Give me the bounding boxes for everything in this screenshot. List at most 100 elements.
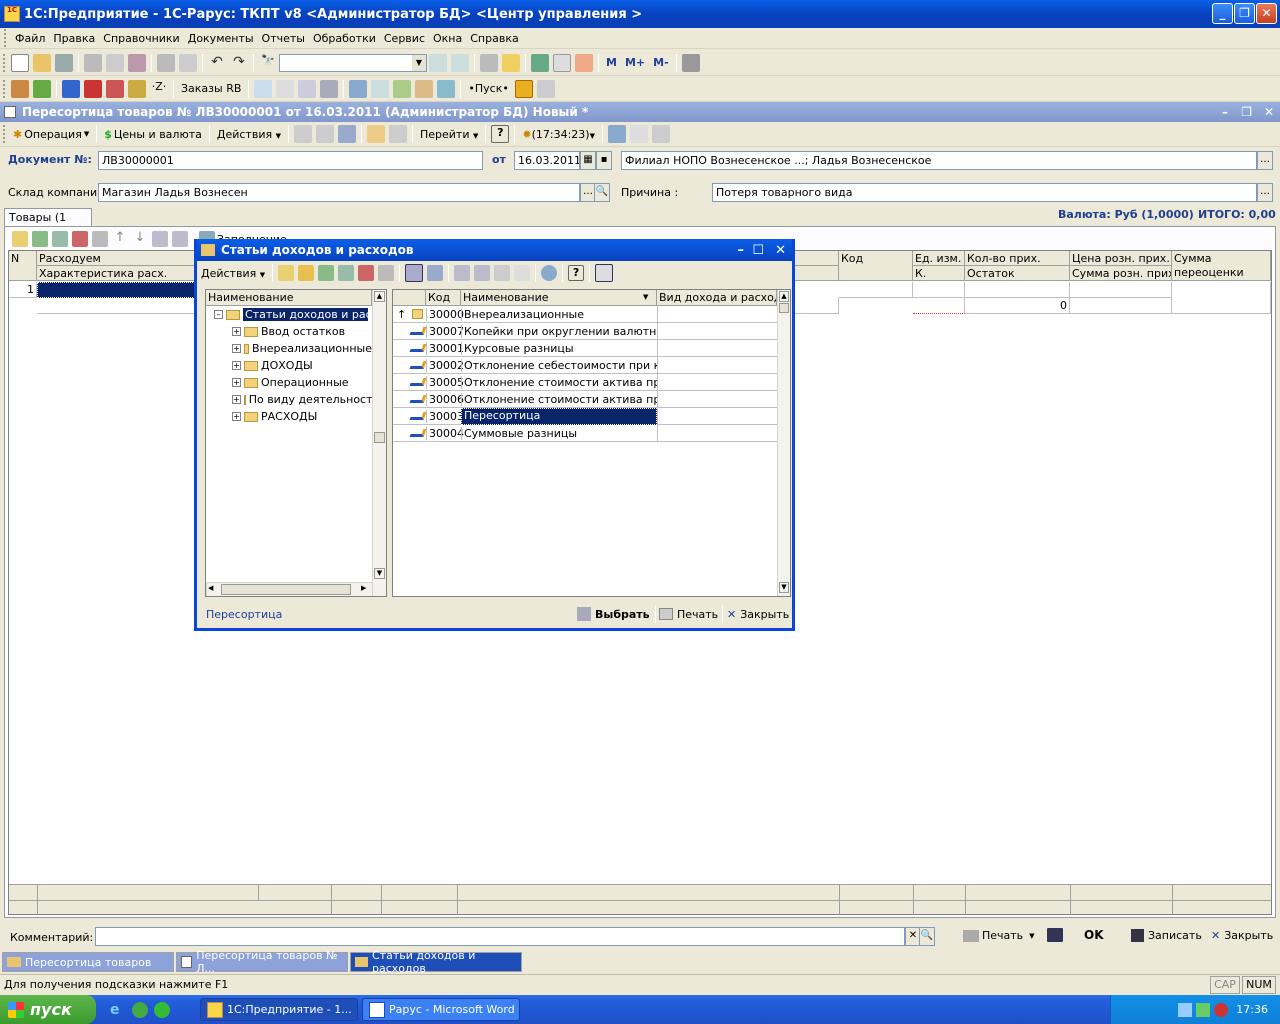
col-unit-header[interactable]: Ед. изм. xyxy=(913,251,965,266)
tree-item[interactable]: + ДОХОДЫ xyxy=(232,357,313,374)
branch-field[interactable]: Филиал НОПО Вознесенское ...; Ладья Возн… xyxy=(621,151,1257,170)
col-remainder-header[interactable]: Остаток xyxy=(965,266,1070,281)
actions-button[interactable]: Действия ▼ xyxy=(217,128,281,141)
dialog-close-action-button[interactable]: ✕ Закрыть xyxy=(727,608,789,621)
tab-goods[interactable]: Товары (1 поз.) xyxy=(4,208,92,237)
book-icon[interactable] xyxy=(11,79,29,98)
dialog-actions-button[interactable]: Действия ▼ xyxy=(201,267,265,280)
start-button[interactable]: •Пуск• xyxy=(468,82,508,95)
tools-icon[interactable] xyxy=(575,53,593,72)
reason-select-button[interactable]: … xyxy=(1257,183,1273,202)
reason-field[interactable]: Потеря товарного вида xyxy=(712,183,1257,202)
minimize-button[interactable]: _ xyxy=(1212,3,1233,24)
ie-icon[interactable]: e xyxy=(110,1002,126,1018)
dialog-minimize-button[interactable]: – xyxy=(738,243,745,258)
search-icon[interactable]: 🔍 xyxy=(594,183,610,202)
expand-icon[interactable]: + xyxy=(232,344,241,353)
expand-icon[interactable]: + xyxy=(232,412,241,421)
scale-icon[interactable] xyxy=(536,79,555,98)
list-row-selected[interactable]: 30003 Пересортица xyxy=(393,407,777,425)
tree-scrollbar-horizontal[interactable]: ◀ ▶ xyxy=(206,582,372,596)
delete-item-icon[interactable] xyxy=(358,265,375,281)
move-icon[interactable] xyxy=(254,79,273,98)
copy-doc-icon[interactable] xyxy=(320,79,339,98)
list-code-header[interactable]: Код xyxy=(426,290,461,306)
copy-icon[interactable] xyxy=(106,53,124,72)
menu-edit[interactable]: Правка xyxy=(53,32,95,45)
tree-scrollbar-vertical[interactable]: ▲ ▼ xyxy=(372,290,386,596)
report-icon[interactable] xyxy=(298,79,317,98)
task-word[interactable]: Рарус - Microsoft Word xyxy=(362,998,520,1021)
unit-cell[interactable] xyxy=(913,282,965,298)
expand-icon[interactable]: + xyxy=(232,395,241,404)
qty-cell[interactable] xyxy=(965,282,1070,298)
prices-currency-button[interactable]: $ Цены и валюта xyxy=(104,128,202,141)
orders-rb-button[interactable]: Заказы RB xyxy=(181,82,241,95)
sort-asc-icon[interactable] xyxy=(152,231,168,247)
help-1c-icon[interactable] xyxy=(502,53,520,72)
selected-cell[interactable] xyxy=(37,282,197,298)
col-sum-header[interactable]: Сумма xyxy=(1172,251,1271,266)
unpost-icon[interactable] xyxy=(388,125,407,143)
delete-row-icon[interactable] xyxy=(72,231,88,247)
writeoff-icon[interactable] xyxy=(106,79,124,98)
calculator-icon[interactable] xyxy=(531,53,549,72)
calendar-icon[interactable] xyxy=(553,53,571,72)
filter-history-icon[interactable] xyxy=(494,265,511,281)
k-cell[interactable] xyxy=(913,298,965,314)
menu-processing[interactable]: Обработки xyxy=(313,32,376,45)
menu-help[interactable]: Справка xyxy=(470,32,518,45)
doc-minimize-button[interactable]: – xyxy=(1222,105,1228,119)
branch-select-button[interactable]: … xyxy=(1257,151,1273,170)
list-name-header[interactable]: Наименование xyxy=(461,290,657,306)
doc-close-button[interactable]: ✕ xyxy=(1264,105,1274,119)
dialog-maximize-button[interactable]: ☐ xyxy=(752,243,764,258)
end-edit-icon[interactable] xyxy=(92,231,108,247)
save-icon[interactable] xyxy=(55,53,73,72)
help-icon[interactable]: ? xyxy=(568,265,585,281)
cash-icon[interactable] xyxy=(437,79,456,98)
scroll-thumb[interactable] xyxy=(374,432,385,443)
quicklaunch-icon[interactable] xyxy=(154,1001,170,1018)
find-icon[interactable]: 🔭 xyxy=(259,54,277,72)
level-up-icon[interactable] xyxy=(427,265,444,281)
add-item-icon[interactable] xyxy=(278,265,295,281)
list-scrollbar[interactable]: ▲ ▼ xyxy=(777,290,790,596)
windows-icon[interactable] xyxy=(480,53,498,72)
add-group-icon[interactable] xyxy=(32,231,48,247)
redo-icon[interactable]: ↷ xyxy=(230,54,248,72)
col-price-header[interactable]: Цена розн. прих. xyxy=(1070,251,1172,266)
eco-icon[interactable] xyxy=(514,79,533,98)
task-1c[interactable]: 1С:Предприятие - 1... xyxy=(200,998,358,1021)
copy-item-icon[interactable] xyxy=(318,265,335,281)
find-next-icon[interactable] xyxy=(429,53,447,72)
search-icon[interactable]: 🔍 xyxy=(919,927,935,946)
scroll-up-icon[interactable]: ▲ xyxy=(779,291,789,302)
network-icon[interactable] xyxy=(1178,1002,1193,1017)
income-icon[interactable] xyxy=(62,79,80,98)
close-button[interactable]: ✕ xyxy=(1256,3,1277,24)
dialog-close-button[interactable]: ✕ xyxy=(775,243,786,258)
shield-icon[interactable] xyxy=(1196,1002,1211,1017)
print-icon[interactable] xyxy=(157,53,175,72)
tree-root[interactable]: – Статьи доходов и расходов xyxy=(214,306,372,323)
date-picker-button[interactable]: ▪ xyxy=(596,151,612,170)
col-n-header[interactable]: N xyxy=(9,251,37,281)
date-field[interactable]: 16.03.2011 xyxy=(514,151,580,170)
ok-button[interactable]: OK xyxy=(1084,928,1104,942)
save-post-icon[interactable] xyxy=(1047,928,1063,942)
add-folder-icon[interactable] xyxy=(298,265,315,281)
scroll-left-icon[interactable]: ◀ xyxy=(208,584,213,592)
paste-icon[interactable] xyxy=(128,53,146,72)
filter-icon[interactable] xyxy=(454,265,471,281)
clear-filter-icon[interactable] xyxy=(514,265,531,281)
update-icon[interactable] xyxy=(1214,1002,1229,1017)
copy-row-icon[interactable] xyxy=(52,231,68,247)
tree-view-icon[interactable] xyxy=(595,264,614,282)
money-icon[interactable] xyxy=(128,79,146,98)
add-row-icon[interactable] xyxy=(12,231,28,247)
start-button[interactable]: пуск xyxy=(0,995,96,1024)
hierarchy-icon[interactable] xyxy=(629,125,648,143)
hierarchy-mode-icon[interactable] xyxy=(405,264,424,282)
col-qty-header[interactable]: Кол-во прих. xyxy=(965,251,1070,266)
